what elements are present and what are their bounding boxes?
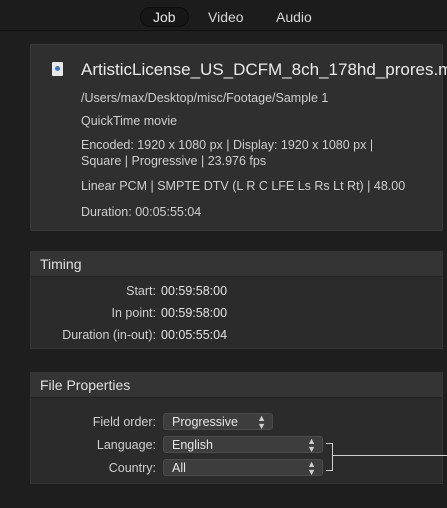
select-arrows-icon: ▲ ▼ bbox=[307, 459, 316, 477]
file-duration: Duration: 00:05:55:04 bbox=[81, 205, 202, 219]
tab-video[interactable]: Video bbox=[208, 9, 244, 25]
tab-audio[interactable]: Audio bbox=[276, 9, 312, 25]
file-type: QuickTime movie bbox=[81, 114, 178, 128]
country-select[interactable]: All ▲ ▼ bbox=[163, 459, 323, 477]
file-path: /Users/max/Desktop/misc/Footage/Sample 1 bbox=[81, 91, 329, 105]
in-point-label: In point: bbox=[111, 306, 156, 320]
in-point-value: 00:59:58:00 bbox=[161, 306, 228, 320]
file-properties-title: File Properties bbox=[31, 373, 442, 398]
language-select[interactable]: English ▲ ▼ bbox=[163, 436, 323, 454]
file-name: ArtisticLicense_US_DCFM_8ch_178hd_prores… bbox=[81, 60, 447, 79]
tab-job[interactable]: Job bbox=[140, 7, 189, 27]
audio-info: Linear PCM | SMPTE DTV (L R C LFE Ls Rs … bbox=[81, 179, 406, 193]
field-order-select[interactable]: Progressive ▲ ▼ bbox=[163, 413, 273, 431]
select-arrows-icon: ▲ ▼ bbox=[257, 413, 266, 431]
tab-bar: Job Video Audio bbox=[0, 0, 447, 31]
duration-value: 00:05:55:04 bbox=[161, 328, 228, 342]
timing-title: Timing bbox=[31, 252, 442, 277]
callout-leader-line bbox=[332, 455, 447, 456]
encoded-info-line2: Square | Progressive | 23.976 fps bbox=[81, 154, 267, 168]
duration-label: Duration (in-out): bbox=[62, 328, 156, 342]
country-value: All bbox=[172, 461, 186, 475]
language-label: Language: bbox=[96, 438, 156, 452]
language-value: English bbox=[172, 438, 213, 452]
start-label: Start: bbox=[126, 284, 156, 298]
quicktime-file-icon bbox=[52, 62, 63, 76]
country-label: Country: bbox=[108, 461, 156, 475]
select-arrows-icon: ▲ ▼ bbox=[307, 436, 316, 454]
callout-bracket bbox=[326, 443, 333, 471]
start-value: 00:59:58:00 bbox=[161, 284, 228, 298]
field-order-label: Field order: bbox=[92, 415, 156, 429]
field-order-value: Progressive bbox=[172, 415, 238, 429]
encoded-info-line1: Encoded: 1920 x 1080 px | Display: 1920 … bbox=[81, 138, 374, 152]
